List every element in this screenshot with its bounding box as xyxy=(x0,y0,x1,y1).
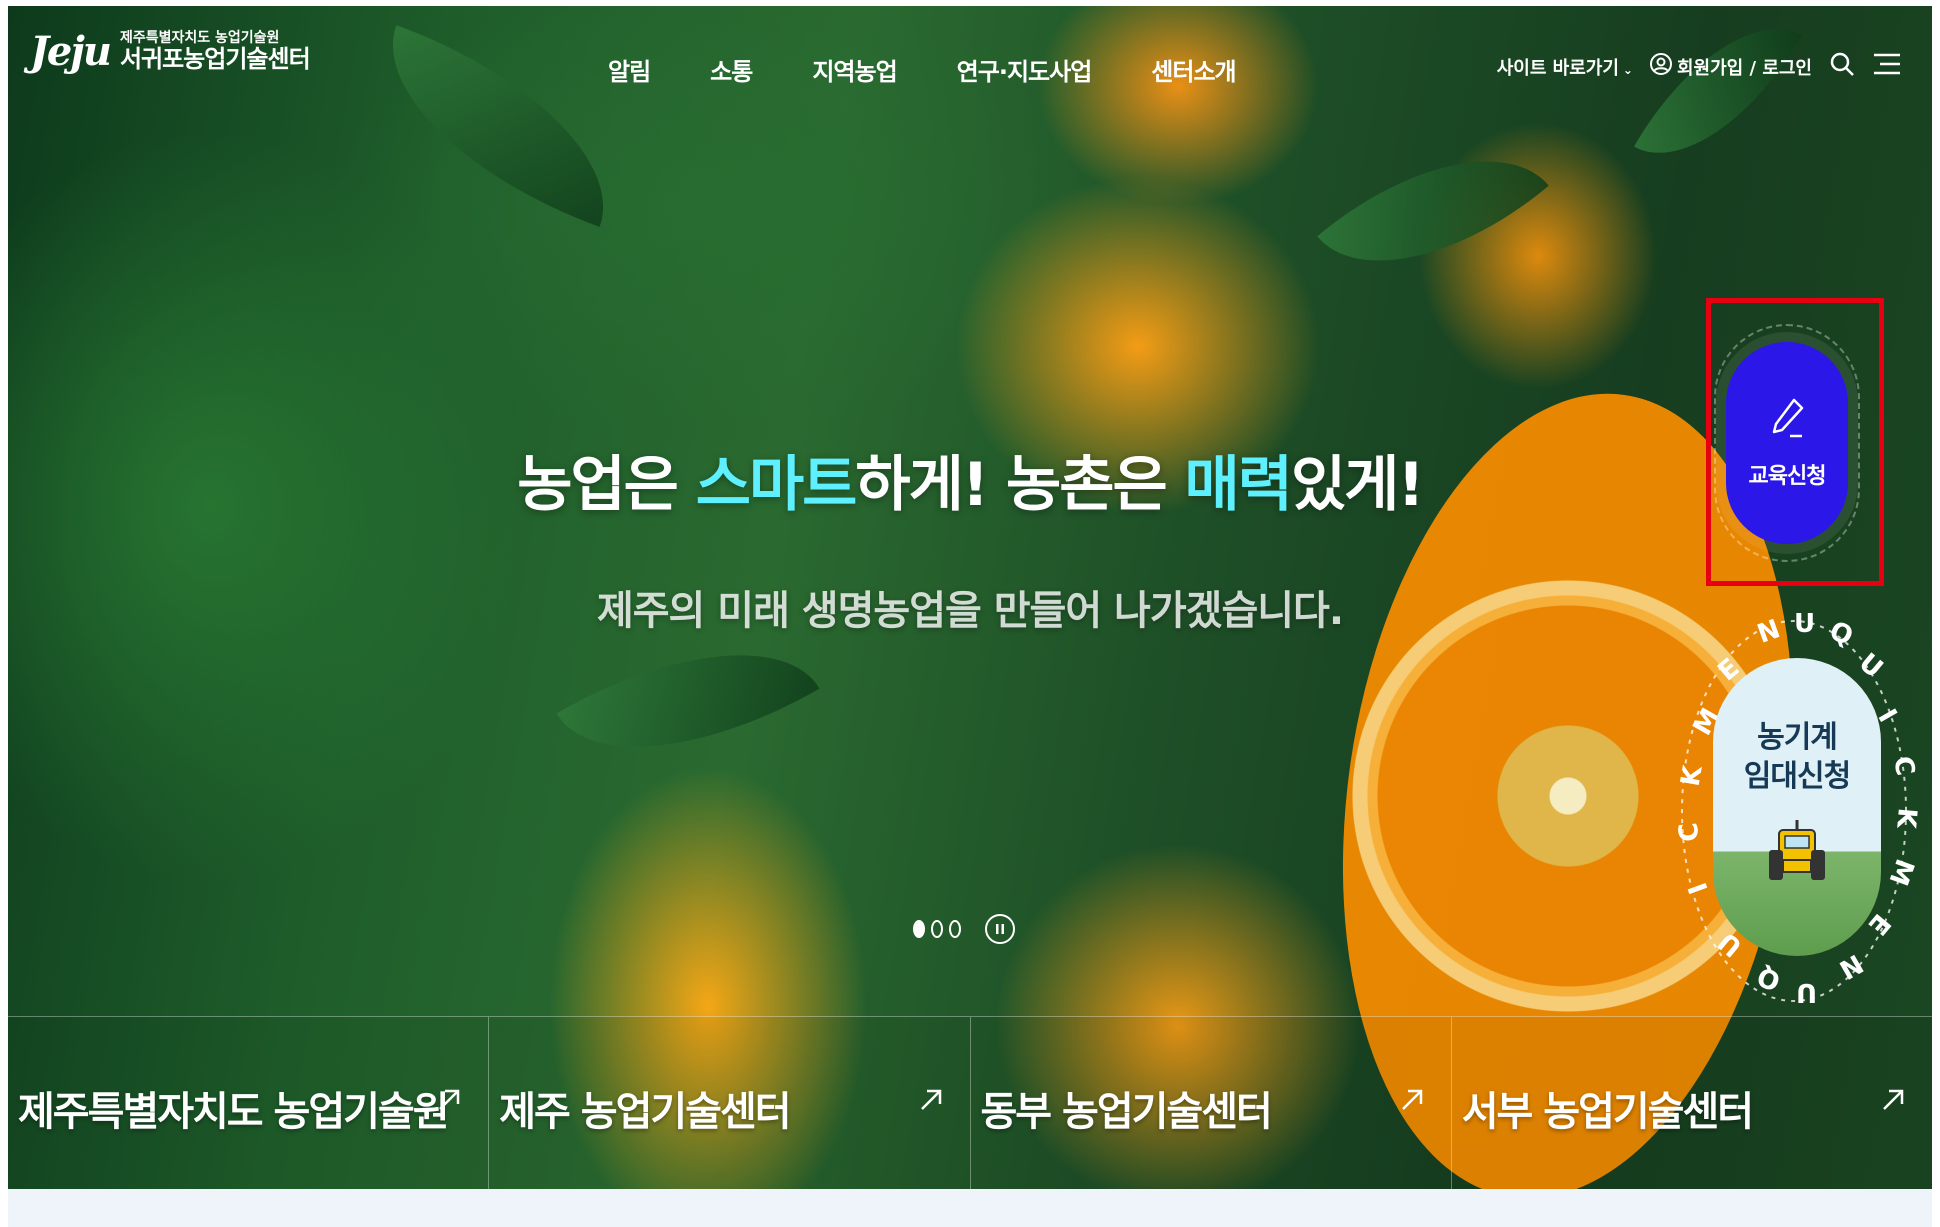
nav-item-research[interactable]: 연구·지도사업 xyxy=(957,52,1093,87)
quick-ring-text: K xyxy=(1890,806,1922,830)
chevron-down-icon: ⌄ xyxy=(1622,62,1633,77)
link-label: 제주특별자치도 농업기술원 xyxy=(18,1089,450,1135)
nav-item-notice[interactable]: 알림 xyxy=(608,52,651,87)
main-nav: 알림 소통 지역농업 연구·지도사업 센터소개 xyxy=(608,52,1237,87)
arrow-up-right-icon xyxy=(1880,1087,1906,1117)
highlight-box xyxy=(1706,298,1884,586)
quick-ring-text: U xyxy=(1796,977,1818,1007)
user-icon xyxy=(1649,52,1673,81)
leaf-decoration xyxy=(1317,101,1549,321)
nav-item-local-agriculture[interactable]: 지역농업 xyxy=(812,52,897,87)
site-shortcut-label: 사이트 바로가기 xyxy=(1496,57,1619,79)
site-shortcut-dropdown[interactable]: 사이트 바로가기 ⌄ xyxy=(1497,54,1633,80)
site-logo[interactable]: Jeju 제주특별자치도 농업기술원 서귀포농업기술센터 xyxy=(30,28,311,75)
link-east-agri-center[interactable]: 동부 농업기술센터 xyxy=(971,1017,1452,1189)
logo-title: 서귀포농업기술센터 xyxy=(119,44,311,73)
tractor-icon xyxy=(1769,820,1825,880)
hamburger-menu-icon[interactable] xyxy=(1872,50,1902,83)
pause-button[interactable] xyxy=(985,914,1015,944)
logo-subtitle: 제주특별자치도 농업기술원 xyxy=(119,29,280,46)
login-link[interactable]: 회원가입 / 로그인 xyxy=(1649,52,1812,81)
hero-title-part: 하게! 농촌은 xyxy=(855,450,1185,520)
quick-ring-text: C xyxy=(1887,753,1920,779)
page-content-strip xyxy=(8,1189,1932,1227)
login-label: 회원가입 / 로그인 xyxy=(1676,57,1812,79)
site-header: Jeju 제주특별자치도 농업기술원 서귀포농업기술센터 알림 소통 지역농업 … xyxy=(8,6,1932,116)
link-label: 서부 농업기술센터 xyxy=(1461,1089,1754,1135)
hero-title: 농업은 스마트하게! 농촌은 매력있게! xyxy=(8,436,1932,523)
nav-item-about[interactable]: 센터소개 xyxy=(1151,52,1236,87)
quick-ring-text: C xyxy=(1673,821,1706,843)
search-icon[interactable] xyxy=(1828,50,1856,83)
slider-dot-2[interactable] xyxy=(931,920,943,938)
nav-item-communication[interactable]: 소통 xyxy=(710,52,753,87)
slider-controls xyxy=(913,914,1015,944)
link-west-agri-center[interactable]: 서부 농업기술센터 xyxy=(1452,1017,1932,1189)
agency-links: 제주특별자치도 농업기술원 제주 농업기술센터 동부 농업기술센터 서부 농업기… xyxy=(8,1016,1932,1189)
pause-icon xyxy=(996,924,1004,934)
link-jeju-agri-institute[interactable]: 제주특별자치도 농업기술원 xyxy=(8,1017,490,1189)
quick-ring-text: U xyxy=(1794,609,1816,639)
jeju-logo-mark: Jeju xyxy=(30,28,112,75)
hero-title-part: 있게! xyxy=(1290,450,1425,520)
slider-dot-3[interactable] xyxy=(949,920,961,938)
hero-slide: Jeju 제주특별자치도 농업기술원 서귀포농업기술센터 알림 소통 지역농업 … xyxy=(8,6,1932,1189)
arrow-up-right-icon xyxy=(1399,1087,1425,1117)
machinery-rental-button[interactable]: 농기계 임대신청 xyxy=(1713,658,1881,956)
header-utilities: 사이트 바로가기 ⌄ 회원가입 / 로그인 xyxy=(1497,50,1902,83)
hero-title-highlight: 스마트 xyxy=(695,450,858,520)
link-label: 제주 농업기술센터 xyxy=(499,1089,791,1135)
machinery-rental-line1: 농기계 xyxy=(1757,720,1838,755)
link-jeju-agri-center[interactable]: 제주 농업기술센터 xyxy=(489,1017,971,1189)
machinery-rental-line2: 임대신청 xyxy=(1743,759,1851,794)
machinery-rental-label: 농기계 임대신청 xyxy=(1743,718,1851,796)
hero-subtitle: 제주의 미래 생명농업을 만들어 나가겠습니다. xyxy=(596,588,1344,634)
arrow-up-right-icon xyxy=(918,1087,944,1117)
slider-dot-1[interactable] xyxy=(913,920,925,938)
hero-title-part: 농업은 xyxy=(517,450,696,520)
hero-title-highlight: 매력 xyxy=(1184,450,1293,520)
arrow-up-right-icon xyxy=(436,1087,462,1117)
link-label: 동부 농업기술센터 xyxy=(980,1089,1273,1135)
